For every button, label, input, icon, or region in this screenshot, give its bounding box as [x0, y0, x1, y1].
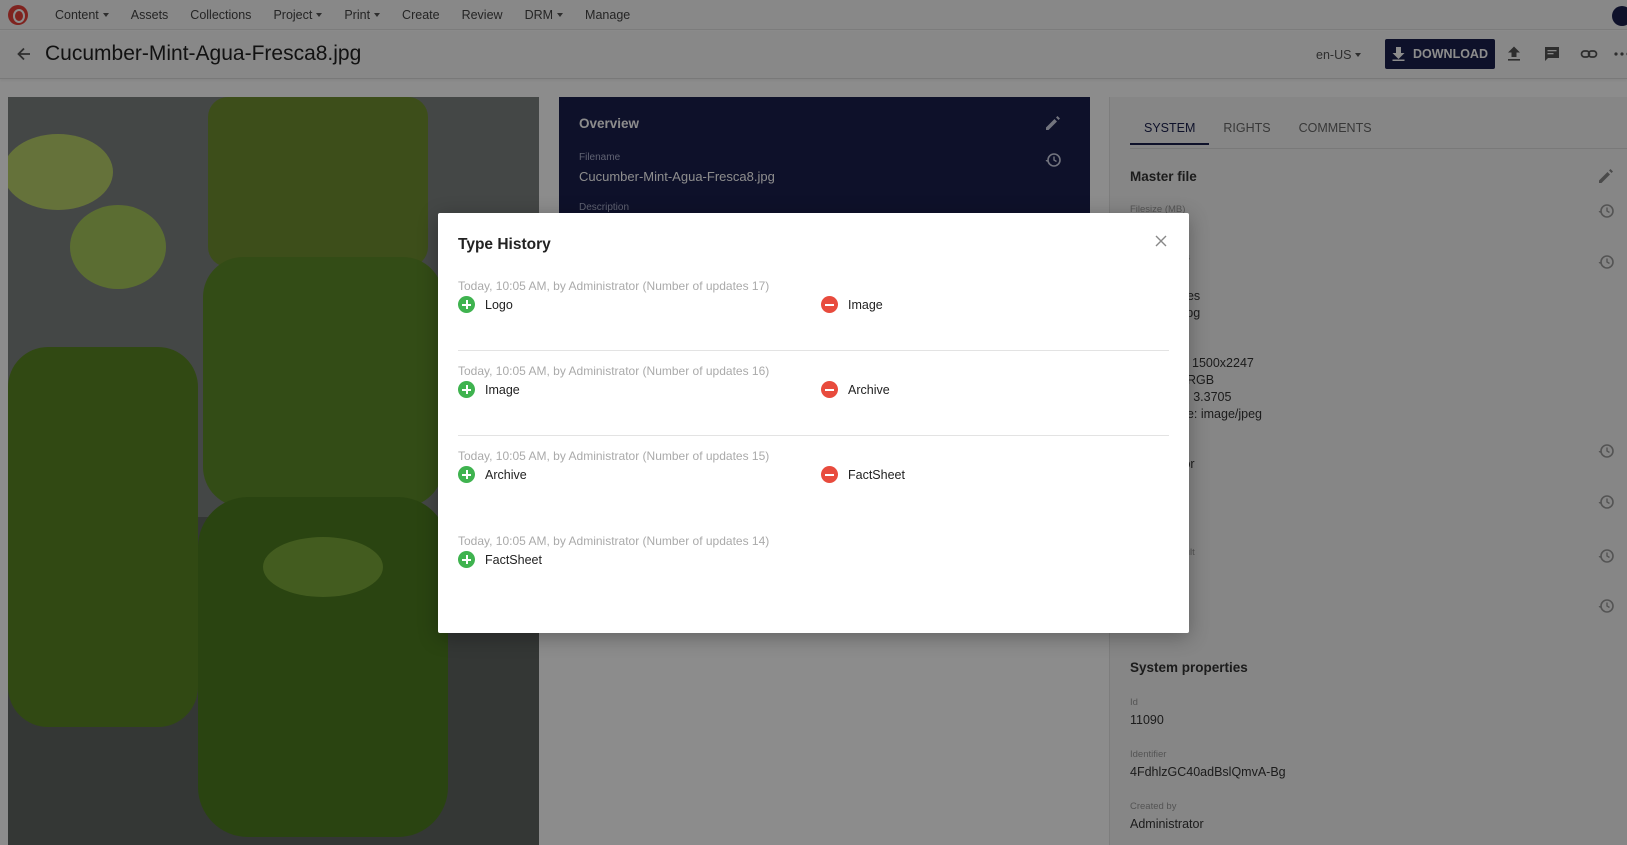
add-circle-icon	[458, 551, 475, 568]
removed-type: Image	[821, 296, 883, 313]
added-type: FactSheet	[458, 551, 542, 568]
close-icon[interactable]	[1153, 233, 1169, 249]
added-type: Archive	[458, 466, 527, 483]
removed-type: Archive	[821, 381, 890, 398]
added-type: Logo	[458, 296, 513, 313]
remove-circle-icon	[821, 381, 838, 398]
add-circle-icon	[458, 381, 475, 398]
add-circle-icon	[458, 296, 475, 313]
entry-divider	[458, 435, 1169, 436]
history-entry-meta: Today, 10:05 AM, by Administrator (Numbe…	[458, 279, 770, 293]
history-entry-meta: Today, 10:05 AM, by Administrator (Numbe…	[458, 534, 770, 548]
remove-circle-icon	[821, 296, 838, 313]
dialog-title: Type History	[458, 236, 551, 253]
add-circle-icon	[458, 466, 475, 483]
added-type: Image	[458, 381, 520, 398]
history-entry-meta: Today, 10:05 AM, by Administrator (Numbe…	[458, 449, 770, 463]
history-entry-meta: Today, 10:05 AM, by Administrator (Numbe…	[458, 364, 770, 378]
removed-type: FactSheet	[821, 466, 905, 483]
remove-circle-icon	[821, 466, 838, 483]
type-history-dialog: Type History Today, 10:05 AM, by Adminis…	[438, 213, 1189, 633]
entry-divider	[458, 350, 1169, 351]
